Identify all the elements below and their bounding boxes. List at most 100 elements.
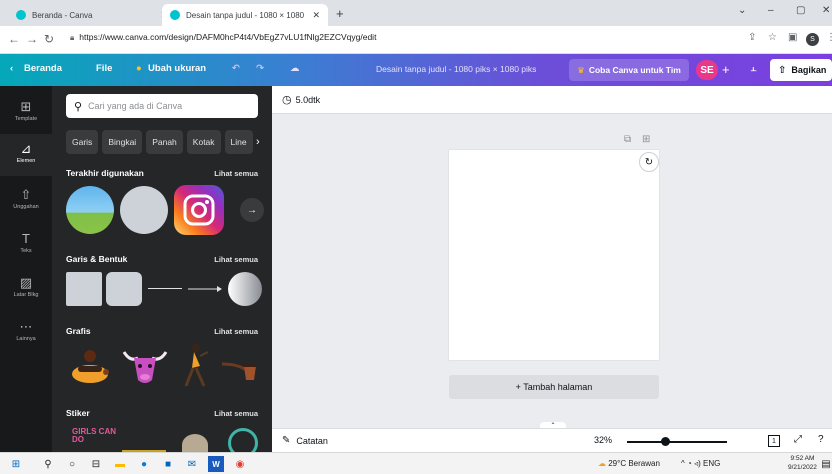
- add-collaborator-icon[interactable]: +: [722, 62, 730, 77]
- user-avatar[interactable]: SE: [696, 60, 718, 80]
- instagram-logo-thumb[interactable]: [174, 185, 224, 235]
- sticker-girls-can-do-thumb[interactable]: GIRLS CAN DO: [72, 428, 116, 452]
- chip-panah[interactable]: Panah: [146, 130, 183, 154]
- rail-item-elements[interactable]: ⊿ Elemen: [0, 134, 52, 176]
- tab-close-icon[interactable]: ✕: [312, 10, 320, 21]
- help-icon[interactable]: ?: [818, 434, 824, 445]
- rounded-square-thumb[interactable]: [106, 272, 142, 306]
- undo-icon[interactable]: ↶: [232, 63, 240, 74]
- see-all-link[interactable]: Lihat semua: [214, 409, 258, 418]
- chip-line[interactable]: Line: [224, 130, 253, 154]
- share-button[interactable]: ⇧ Bagikan: [770, 59, 832, 81]
- rail-item-uploads[interactable]: ⇧ Unggahan: [0, 182, 52, 222]
- chip-row: Garis Bingkai Panah Kotak Line: [66, 130, 257, 154]
- sticker-badge-thumb[interactable]: [228, 428, 258, 452]
- rail-item-more[interactable]: ⋯ Lainnya: [0, 314, 52, 354]
- share-page-icon[interactable]: ⇪: [748, 32, 756, 43]
- home-button[interactable]: Beranda: [24, 63, 62, 74]
- close-window-button[interactable]: ✕: [822, 5, 830, 16]
- section-title-graphics: Grafis: [66, 326, 91, 336]
- rail-item-background[interactable]: ▨ Latar Blkg: [0, 270, 52, 310]
- gradient-circle-thumb[interactable]: [228, 272, 262, 306]
- editor-toolbar: ◷ 5.0dtk: [272, 86, 832, 114]
- browser-tab-design[interactable]: Desain tanpa judul - 1080 × 1080 ✕: [162, 4, 328, 26]
- page-count-button[interactable]: 1: [768, 435, 780, 447]
- editor-area: ◷ 5.0dtk ⧉ ⊞ ↻ + Tambah halaman ⌃ ✎ Cata…: [272, 86, 832, 452]
- insights-chart-icon[interactable]: ⫠: [750, 62, 757, 75]
- mail-icon[interactable]: ✉: [184, 456, 200, 472]
- search-input[interactable]: [88, 101, 249, 111]
- home-chevron-icon[interactable]: ‹: [10, 63, 13, 74]
- fullscreen-icon[interactable]: ⤢: [794, 434, 802, 445]
- chrome-icon[interactable]: ◉: [232, 456, 248, 472]
- add-page-icon[interactable]: ⊞: [642, 134, 650, 145]
- chip-kotak[interactable]: Kotak: [186, 130, 221, 154]
- circle-landscape-thumb[interactable]: [66, 186, 114, 234]
- page-timer[interactable]: ◷ 5.0dtk: [282, 93, 320, 106]
- see-all-link[interactable]: Lihat semua: [214, 255, 258, 264]
- editor-bottom-bar: ✎ Catatan 32% 1 ⤢ ?: [272, 428, 832, 452]
- cloud-saved-icon[interactable]: ☁: [290, 63, 300, 74]
- graphic-pipe-thumb[interactable]: [220, 358, 260, 382]
- zoom-slider-track[interactable]: [627, 441, 727, 443]
- forward-arrow-icon[interactable]: →: [26, 32, 38, 46]
- word-icon[interactable]: W: [208, 456, 224, 472]
- graphic-bull-head-thumb[interactable]: [120, 344, 170, 388]
- see-all-link[interactable]: Lihat semua: [214, 169, 258, 178]
- arrow-line-thumb[interactable]: [188, 284, 224, 294]
- line-shape-thumb[interactable]: [148, 288, 182, 289]
- bull-head-icon: [122, 351, 168, 383]
- grey-circle-thumb[interactable]: [120, 186, 168, 234]
- minimize-button[interactable]: –: [768, 5, 774, 16]
- sticker-script-thumb[interactable]: [122, 438, 166, 452]
- rail-item-template[interactable]: ⊞ Template: [0, 94, 52, 134]
- clock[interactable]: 9:52 AM 9/21/2022: [788, 454, 817, 472]
- graphic-guitar-person-thumb[interactable]: [66, 348, 114, 388]
- reload-icon[interactable]: ↻: [44, 32, 54, 46]
- search-box[interactable]: ⚲: [66, 94, 258, 118]
- browser-menu-icon[interactable]: ⋮: [826, 32, 832, 43]
- sticker-character-thumb[interactable]: [182, 434, 208, 452]
- zoom-slider-handle[interactable]: [661, 437, 670, 446]
- edge-browser-icon[interactable]: ●: [136, 456, 152, 472]
- chevron-right-icon[interactable]: ›: [256, 136, 260, 148]
- graphic-running-person-thumb[interactable]: [178, 342, 212, 390]
- chip-garis[interactable]: Garis: [66, 130, 99, 154]
- section-title-stickers: Stiker: [66, 408, 90, 418]
- system-tray[interactable]: ^ ◔ ◃) ENG: [681, 459, 720, 468]
- widgets-icon[interactable]: ⊟: [88, 456, 104, 472]
- add-page-button[interactable]: + Tambah halaman: [449, 375, 659, 399]
- resize-button[interactable]: Ubah ukuran: [148, 63, 206, 74]
- redo-icon[interactable]: ↷: [256, 63, 264, 74]
- windows-start-icon[interactable]: ⊞: [8, 456, 24, 472]
- notification-icon[interactable]: ▤: [818, 456, 832, 472]
- back-arrow-icon[interactable]: ←: [8, 32, 20, 46]
- task-view-icon[interactable]: ○: [64, 456, 80, 472]
- refresh-icon[interactable]: ↻: [639, 152, 659, 172]
- left-rail: ⊞ Template ⊿ Elemen ⇧ Unggahan T Teks ▨ …: [0, 86, 52, 452]
- new-tab-button[interactable]: +: [336, 6, 344, 21]
- notes-button[interactable]: ✎ Catatan: [282, 435, 328, 446]
- see-all-link[interactable]: Lihat semua: [214, 327, 258, 336]
- profile-avatar-icon[interactable]: S: [806, 33, 819, 46]
- weather-widget[interactable]: ☁ 29°C Berawan: [598, 459, 660, 468]
- rail-item-text[interactable]: T Teks: [0, 226, 52, 266]
- scroll-next-arrow-icon[interactable]: →: [240, 198, 264, 222]
- sidebar-icon[interactable]: ▣: [788, 32, 797, 43]
- maximize-button[interactable]: ▢: [796, 5, 805, 16]
- search-icon[interactable]: ⚲: [40, 456, 56, 472]
- design-page[interactable]: [449, 150, 659, 360]
- bookmark-star-icon[interactable]: ☆: [768, 32, 777, 43]
- zoom-value[interactable]: 32%: [594, 435, 612, 445]
- try-canva-team-button[interactable]: ♛ Coba Canva untuk Tim: [569, 59, 689, 81]
- url-field[interactable]: 🔒︎ https://www.canva.com/design/DAFM0hcP4…: [70, 32, 376, 43]
- file-explorer-icon[interactable]: ▬: [112, 456, 128, 472]
- duplicate-page-icon[interactable]: ⧉: [624, 134, 631, 145]
- store-icon[interactable]: ■: [160, 456, 176, 472]
- tab-search-icon[interactable]: ⌄: [738, 5, 746, 16]
- design-title[interactable]: Desain tanpa judul - 1080 piks × 1080 pi…: [376, 64, 536, 74]
- chip-bingkai[interactable]: Bingkai: [102, 130, 143, 154]
- browser-tab-beranda[interactable]: Beranda - Canva ✕: [8, 4, 176, 26]
- square-shape-thumb[interactable]: [66, 272, 102, 306]
- file-menu-button[interactable]: File: [96, 63, 112, 74]
